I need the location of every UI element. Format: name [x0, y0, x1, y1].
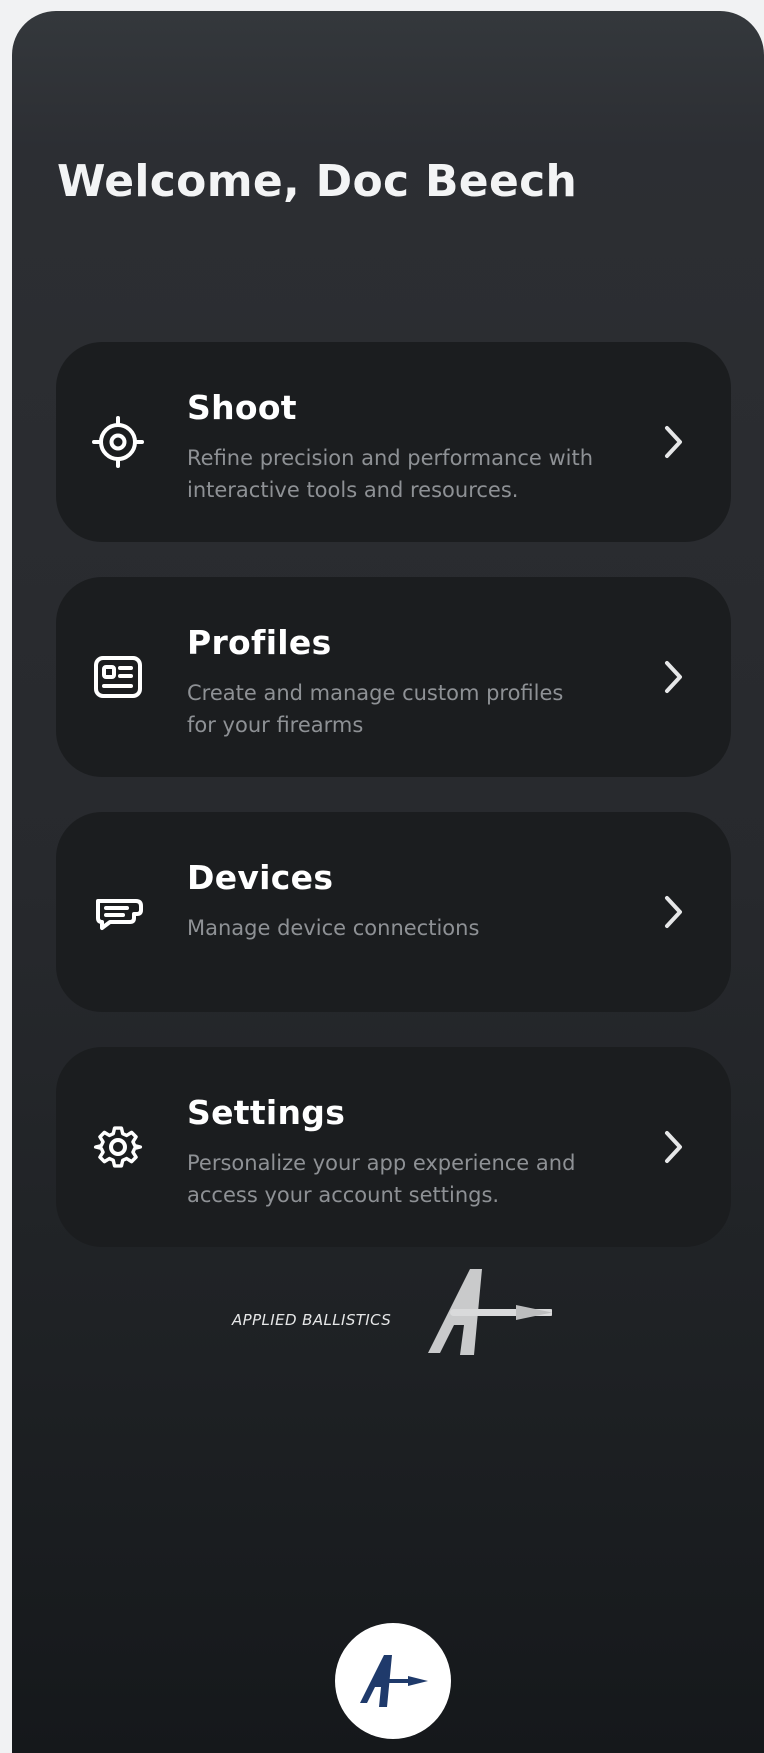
crosshair-icon	[90, 414, 146, 470]
home-screen: Welcome, Doc Beech Shoot Refine precisio…	[12, 11, 764, 1753]
id-card-icon	[90, 649, 146, 705]
menu-item-profiles[interactable]: Profiles Create and manage custom profil…	[56, 577, 731, 777]
device-icon	[90, 884, 146, 940]
home-button[interactable]	[335, 1623, 451, 1739]
menu-item-description: Manage device connections	[187, 916, 480, 940]
chevron-right-icon	[659, 420, 687, 464]
applied-ballistics-logo-icon	[420, 1267, 554, 1359]
welcome-heading: Welcome, Doc Beech	[57, 156, 578, 207]
menu-item-title: Devices	[187, 858, 334, 897]
menu-item-title: Settings	[187, 1093, 346, 1132]
menu-item-description: Create and manage custom profiles for yo…	[187, 681, 564, 737]
menu-item-title: Shoot	[187, 388, 297, 427]
menu-item-devices[interactable]: Devices Manage device connections	[56, 812, 731, 1012]
applied-ballistics-home-icon	[360, 1655, 428, 1707]
brand-name: APPLIED BALLISTICS	[232, 1311, 392, 1329]
chevron-right-icon	[659, 1125, 687, 1169]
menu-item-description: Refine precision and performance with in…	[187, 446, 594, 502]
menu-item-settings[interactable]: Settings Personalize your app experience…	[56, 1047, 731, 1247]
chevron-right-icon	[659, 890, 687, 934]
gear-icon	[90, 1119, 146, 1175]
applied-ballistics-brand: APPLIED BALLISTICS	[232, 1267, 554, 1359]
menu-item-description: Personalize your app experience and acce…	[187, 1151, 576, 1207]
chevron-right-icon	[659, 655, 687, 699]
menu-item-title: Profiles	[187, 623, 332, 662]
menu-item-shoot[interactable]: Shoot Refine precision and performance w…	[56, 342, 731, 542]
